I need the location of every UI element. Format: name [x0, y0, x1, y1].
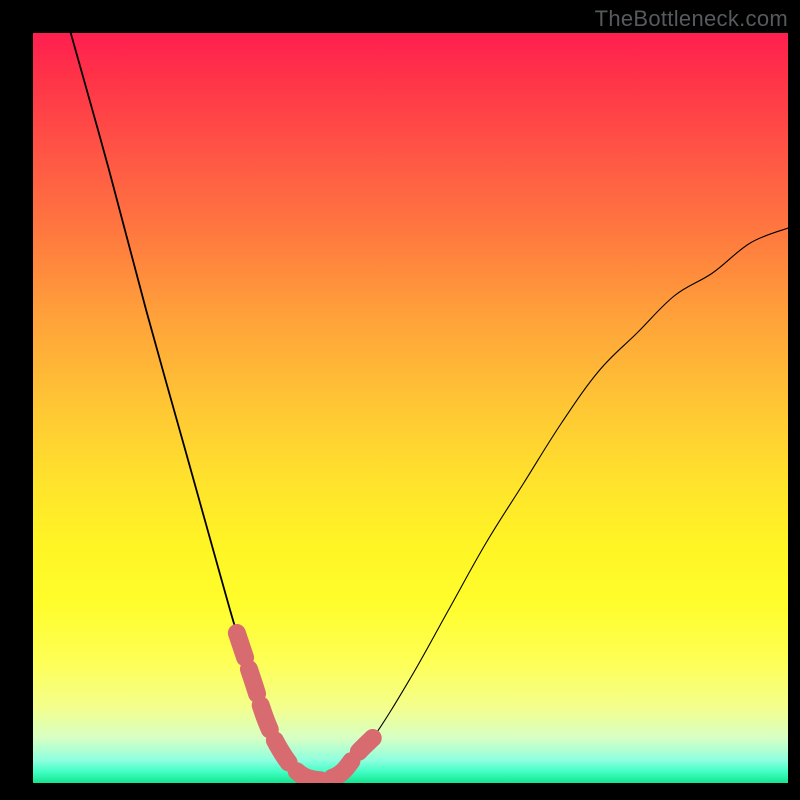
curve-svg	[33, 33, 788, 783]
curve-right-thin	[312, 228, 788, 780]
chart-frame: TheBottleneck.com	[0, 0, 800, 800]
watermark-text: TheBottleneck.com	[595, 6, 788, 32]
plot-area	[33, 33, 788, 783]
curve-optimal-thick	[237, 633, 373, 780]
curve-left-thin	[71, 33, 313, 779]
